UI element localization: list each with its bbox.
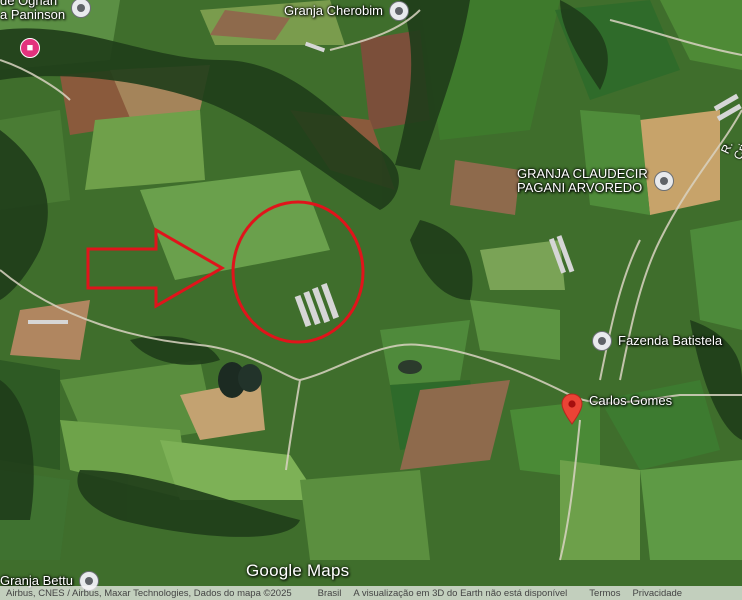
place-carlos-gomes-label: Carlos Gomes [589,393,673,408]
place-claudecir-line2: PAGANI ARVOREDO [517,180,643,195]
earth-3d-notice[interactable]: A visualização em 3D do Earth não está d… [347,588,573,599]
place-batistela-label: Fazenda Batistela [618,333,723,348]
privacy-link[interactable]: Privacidade [626,588,688,599]
place-paninson-line2: a Paninson [0,7,66,22]
place-batistela[interactable]: Fazenda Batistela [592,331,722,351]
hotel-icon[interactable]: ■ [20,38,40,58]
red-pin-icon[interactable] [561,393,583,425]
attribution-credits: Airbus, CNES / Airbus, Maxar Technologie… [6,587,292,599]
terms-link[interactable]: Termos [583,588,626,599]
place-claudecir-line1: GRANJA CLAUDECIR [517,166,648,181]
place-cherobim[interactable]: Granja Cherobim [284,1,409,21]
place-carlos-gomes[interactable]: Carlos Gomes [561,393,672,425]
location-icon[interactable] [653,171,674,191]
location-icon[interactable] [71,0,92,18]
satellite-map[interactable] [0,0,742,600]
location-icon[interactable] [592,331,612,351]
place-cherobim-label: Granja Cherobim [284,3,383,18]
place-claudecir[interactable]: GRANJA CLAUDECIR PAGANI ARVOREDO [517,167,674,195]
place-paninson[interactable]: de Ognan a Paninson [0,0,92,22]
google-maps-logo: Google Maps [246,561,350,580]
attribution-bar: Airbus, CNES / Airbus, Maxar Technologie… [0,586,742,600]
location-icon[interactable] [389,1,409,21]
country-link[interactable]: Brasil [312,588,348,599]
